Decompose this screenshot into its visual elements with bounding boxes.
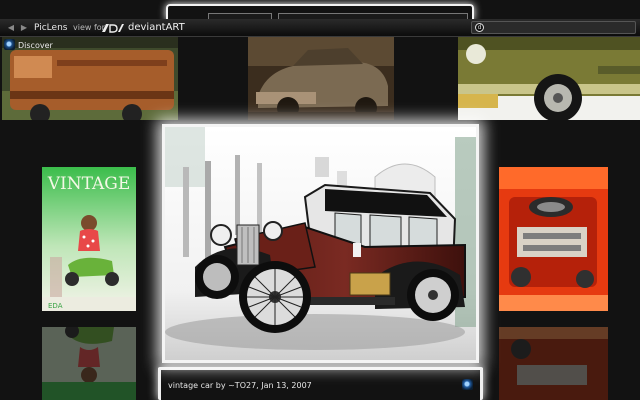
vintage-poster-footer: EDA bbox=[48, 302, 63, 310]
thumbnail-sepia-sedan[interactable] bbox=[248, 36, 394, 120]
thumbnail-vintage-scooter-poster[interactable]: VINTAGE EDA bbox=[42, 167, 136, 311]
engine-bay-image bbox=[499, 167, 608, 311]
top-highlight bbox=[166, 4, 474, 25]
discover-label: Discover bbox=[18, 41, 53, 50]
search-box[interactable]: d bbox=[471, 21, 636, 34]
selected-image-frame[interactable] bbox=[162, 124, 479, 363]
info-icon[interactable] bbox=[462, 379, 473, 390]
vintage-poster-title: VINTAGE bbox=[47, 174, 131, 194]
vintage-poster-image: VINTAGE EDA bbox=[42, 167, 136, 311]
discover-button[interactable]: Discover bbox=[4, 39, 53, 53]
image-caption: vintage car by ~TO27, Jan 13, 2007 bbox=[168, 381, 312, 390]
forward-arrow-icon[interactable]: ▶ bbox=[19, 22, 29, 34]
site-name: deviantART bbox=[128, 22, 185, 33]
brand-name: PicLens bbox=[34, 23, 68, 33]
thumbnail-engine-reflection bbox=[499, 327, 608, 400]
photo-wall: ◀ ▶ PicLens view for deviantART d Discov… bbox=[0, 0, 640, 400]
discover-icon bbox=[4, 39, 15, 50]
sepia-sedan-image bbox=[248, 36, 394, 120]
thumbnail-green-pickup-wheel[interactable] bbox=[458, 36, 640, 120]
piclens-toolbar: ◀ ▶ PicLens view for deviantART d bbox=[0, 19, 640, 37]
vintage-car-image bbox=[165, 127, 476, 360]
deviantart-logo-icon bbox=[102, 24, 124, 33]
engine-reflection-image bbox=[499, 327, 608, 400]
thumbnail-poster-reflection bbox=[42, 327, 136, 400]
back-arrow-icon[interactable]: ◀ bbox=[6, 22, 16, 34]
green-pickup-image bbox=[458, 36, 640, 120]
search-input[interactable] bbox=[487, 22, 632, 33]
search-icon[interactable]: d bbox=[475, 23, 484, 32]
caption-bar: vintage car by ~TO27, Jan 13, 2007 bbox=[163, 378, 478, 394]
thumbnail-engine-bay[interactable] bbox=[499, 167, 608, 311]
poster-reflection-image bbox=[42, 327, 136, 400]
